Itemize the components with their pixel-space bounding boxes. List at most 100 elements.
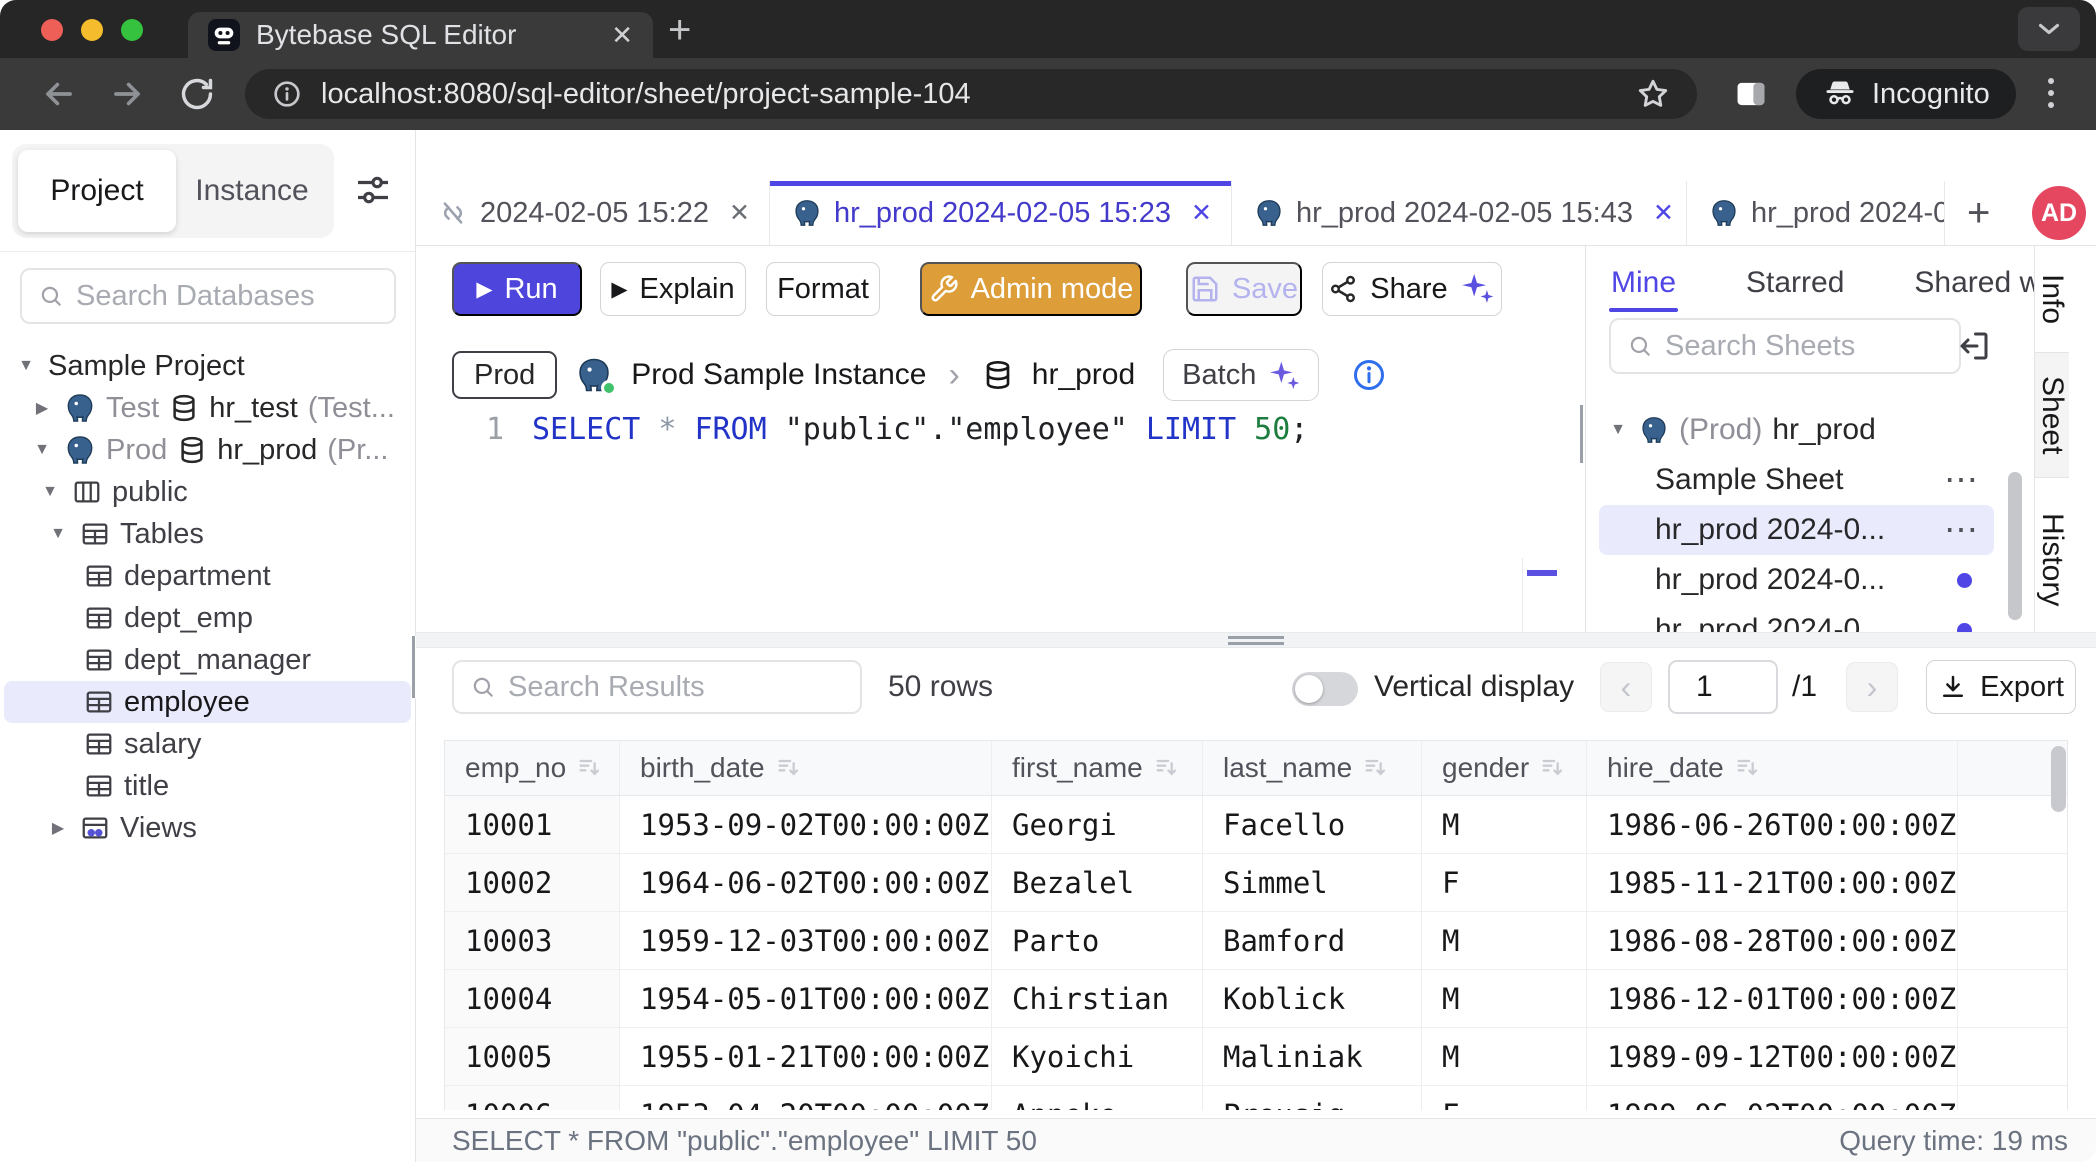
tree-item-hr-test[interactable]: ▶ Test hr_test (Test... <box>0 387 415 429</box>
tree-item-schema-public[interactable]: ▼ public <box>0 471 415 513</box>
format-button[interactable]: Format <box>766 262 880 316</box>
save-button[interactable]: Save <box>1186 262 1302 316</box>
tab-mine[interactable]: Mine <box>1611 266 1676 300</box>
vertical-display-toggle[interactable] <box>1292 672 1358 706</box>
collapse-panel-icon[interactable] <box>1956 328 1992 364</box>
close-window-button[interactable] <box>41 19 63 41</box>
results-search[interactable] <box>452 660 862 714</box>
editor-tab-3[interactable]: hr_prod 2024-02-05 15:43 ✕ <box>1232 181 1687 245</box>
close-icon[interactable]: ✕ <box>729 198 750 228</box>
table-cell[interactable]: 1953-04-20T00:00:00Z <box>620 1086 992 1110</box>
sheet-item-unsaved-1[interactable]: hr_prod 2024-0... <box>1599 555 1994 605</box>
results-divider[interactable] <box>416 632 2096 648</box>
rail-tab-info[interactable]: Info <box>2035 246 2069 352</box>
site-info-icon[interactable] <box>271 78 303 110</box>
side-panel-icon[interactable] <box>1732 75 1770 113</box>
tab-starred[interactable]: Starred <box>1746 266 1844 300</box>
table-cell[interactable]: 1989-06-02T00:00:00Z <box>1587 1086 1958 1110</box>
column-header[interactable]: hire_date <box>1587 741 1958 795</box>
tree-item-table-salary[interactable]: salary <box>0 723 415 765</box>
search-results-input[interactable] <box>508 671 844 704</box>
editor-tab-1[interactable]: 2024-02-05 15:22 ✕ <box>416 181 770 245</box>
table-cell[interactable]: Parto <box>992 912 1203 969</box>
caret-down-icon[interactable]: ▼ <box>30 441 54 459</box>
avatar[interactable]: AD <box>2032 186 2086 240</box>
table-cell[interactable]: 1964-06-02T00:00:00Z <box>620 854 992 911</box>
export-button[interactable]: Export <box>1926 660 2076 714</box>
close-icon[interactable]: ✕ <box>1653 198 1674 228</box>
tab-shared[interactable]: Shared w <box>1914 266 2034 300</box>
admin-mode-button[interactable]: Admin mode <box>920 262 1142 316</box>
editor-tab-2-active[interactable]: hr_prod 2024-02-05 15:23 ✕ <box>770 181 1232 245</box>
table-cell[interactable]: 1955-01-21T00:00:00Z <box>620 1028 992 1085</box>
sheet-search[interactable] <box>1609 318 1961 374</box>
batch-button[interactable]: Batch <box>1163 349 1319 401</box>
table-cell[interactable]: Facello <box>1203 796 1422 853</box>
table-cell[interactable]: 1953-09-02T00:00:00Z <box>620 796 992 853</box>
new-sheet-icon[interactable]: + <box>1967 193 1990 233</box>
prev-page-button[interactable]: ‹ <box>1600 662 1652 712</box>
sheet-item-selected[interactable]: hr_prod 2024-0... ⋯ <box>1599 505 1994 555</box>
caret-down-icon[interactable]: ▼ <box>1607 421 1629 439</box>
table-cell[interactable]: F <box>1422 1086 1587 1110</box>
tree-item-table-dept-emp[interactable]: dept_emp <box>0 597 415 639</box>
table-cell[interactable]: 1986-06-26T00:00:00Z <box>1587 796 1958 853</box>
close-icon[interactable]: ✕ <box>1191 198 1212 228</box>
browser-new-tab-icon[interactable]: + <box>668 8 691 53</box>
table-cell[interactable]: 1985-11-21T00:00:00Z <box>1587 854 1958 911</box>
page-number-input[interactable] <box>1668 660 1778 714</box>
table-cell[interactable]: 1954-05-01T00:00:00Z <box>620 970 992 1027</box>
table-cell[interactable]: 1959-12-03T00:00:00Z <box>620 912 992 969</box>
tree-item-project[interactable]: ▼ Sample Project <box>0 345 415 387</box>
table-cell[interactable]: 1986-08-28T00:00:00Z <box>1587 912 1958 969</box>
column-header[interactable]: gender <box>1422 741 1587 795</box>
tree-item-hr-prod[interactable]: ▼ Prod hr_prod (Pr... <box>0 429 415 471</box>
caret-right-icon[interactable]: ▶ <box>30 398 54 418</box>
table-cell[interactable]: 1986-12-01T00:00:00Z <box>1587 970 1958 1027</box>
caret-down-icon[interactable]: ▼ <box>46 525 70 543</box>
tab-project[interactable]: Project <box>18 150 176 232</box>
tree-item-views-group[interactable]: ▶ Views <box>0 807 415 849</box>
editor-tab-4[interactable]: hr_prod 2024-0 <box>1687 181 1945 245</box>
bookmark-star-icon[interactable] <box>1635 76 1671 112</box>
tree-item-table-employee[interactable]: employee <box>4 681 411 723</box>
caret-down-icon[interactable]: ▼ <box>38 483 62 501</box>
table-cell[interactable]: M <box>1422 1028 1587 1085</box>
table-cell[interactable]: Preusig <box>1203 1086 1422 1110</box>
table-cell[interactable]: Kyoichi <box>992 1028 1203 1085</box>
database-search[interactable] <box>20 268 396 324</box>
table-cell[interactable]: Bamford <box>1203 912 1422 969</box>
window-chevron-button[interactable] <box>2018 7 2080 51</box>
table-cell[interactable]: Anneke <box>992 1086 1203 1110</box>
table-cell[interactable]: 10003 <box>445 912 620 969</box>
table-scrollbar[interactable] <box>2051 746 2066 812</box>
column-header[interactable]: emp_no <box>445 741 620 795</box>
browser-tab[interactable]: Bytebase SQL Editor ✕ <box>188 12 653 58</box>
search-databases-input[interactable] <box>76 280 378 313</box>
column-header[interactable]: first_name <box>992 741 1203 795</box>
minimize-window-button[interactable] <box>81 19 103 41</box>
browser-tab-close-icon[interactable]: ✕ <box>611 22 633 48</box>
browser-menu-icon[interactable] <box>2048 78 2054 108</box>
table-cell[interactable]: F <box>1422 854 1587 911</box>
table-cell[interactable]: Bezalel <box>992 854 1203 911</box>
tab-instance[interactable]: Instance <box>176 150 328 232</box>
editor-minimap[interactable] <box>1522 558 1562 632</box>
caret-right-icon[interactable]: ▶ <box>46 818 70 838</box>
table-cell[interactable]: M <box>1422 912 1587 969</box>
table-cell[interactable]: Georgi <box>992 796 1203 853</box>
caret-down-icon[interactable]: ▼ <box>14 357 38 375</box>
next-page-button[interactable]: › <box>1846 662 1898 712</box>
tree-item-table-dept-manager[interactable]: dept_manager <box>0 639 415 681</box>
table-cell[interactable]: 10005 <box>445 1028 620 1085</box>
instance-name[interactable]: Prod Sample Instance <box>631 358 926 392</box>
table-cell[interactable]: Simmel <box>1203 854 1422 911</box>
rail-tab-history[interactable]: History <box>2035 478 2069 642</box>
divider-drag-handle[interactable] <box>1228 636 1284 645</box>
tree-item-table-department[interactable]: department <box>0 555 415 597</box>
zoom-window-button[interactable] <box>121 19 143 41</box>
rail-tab-sheet[interactable]: Sheet <box>2035 352 2069 478</box>
column-header[interactable]: last_name <box>1203 741 1422 795</box>
table-cell[interactable]: M <box>1422 796 1587 853</box>
table-cell[interactable]: 10001 <box>445 796 620 853</box>
